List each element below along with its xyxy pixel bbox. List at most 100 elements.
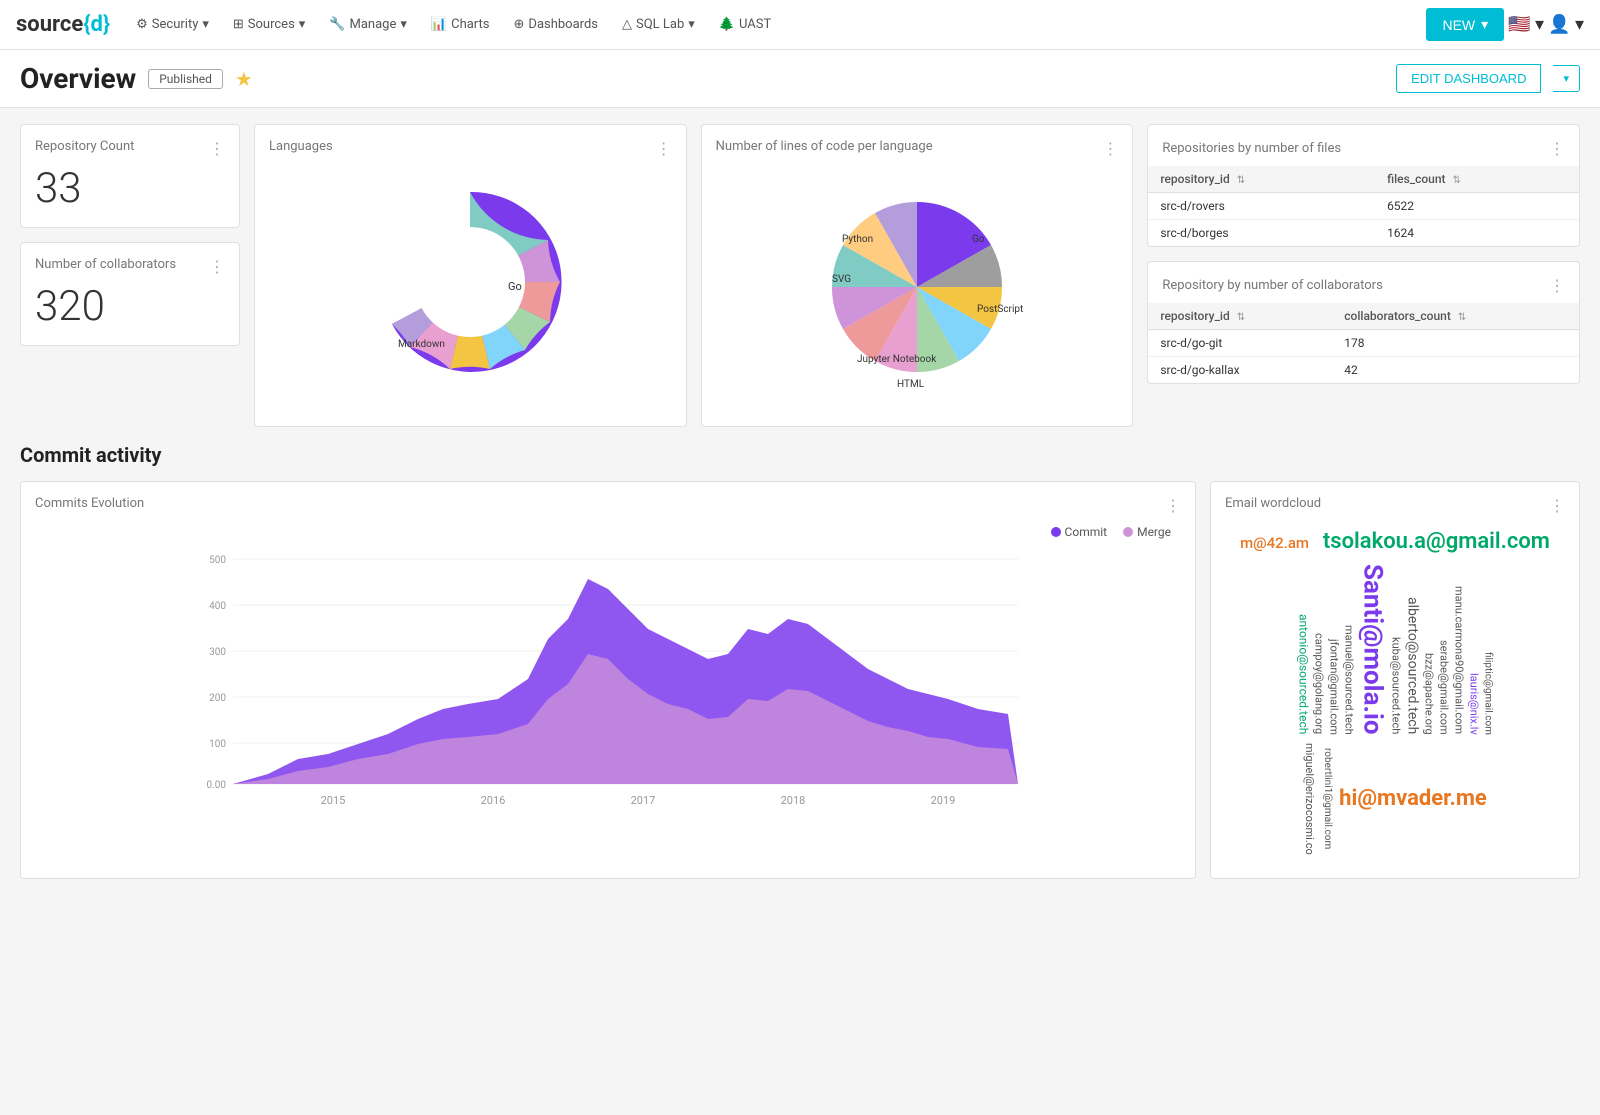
published-badge: Published xyxy=(148,69,223,89)
files-count: 1624 xyxy=(1375,220,1579,247)
repo-count-menu[interactable]: ⋮ xyxy=(209,139,225,158)
nav-sqllab[interactable]: △ SQL Lab ▾ xyxy=(612,11,705,38)
svg-text:2015: 2015 xyxy=(321,794,346,807)
nav-security-label: Security xyxy=(152,17,199,32)
nav-manage-label: Manage xyxy=(350,17,397,32)
col2-sort-icon: ⇅ xyxy=(1453,175,1461,186)
nav-manage-arrow: ▾ xyxy=(400,17,407,32)
nav-dashboards-label: Dashboards xyxy=(528,17,598,32)
nav-manage[interactable]: 🔧 Manage ▾ xyxy=(319,11,417,38)
word-kuba: kuba@sourced.tech xyxy=(1390,637,1403,734)
word-tsolakou: tsolakou.a@gmail.com xyxy=(1323,529,1550,554)
main-content: Repository Count ⋮ 33 Number of collabor… xyxy=(0,108,1600,895)
svg-text:Python: Python xyxy=(842,234,873,245)
svg-text:2016: 2016 xyxy=(481,794,506,807)
word-antonio: antonio@sourced.tech xyxy=(1297,614,1311,734)
nav-charts[interactable]: 📊 Charts xyxy=(421,11,500,38)
repo-count-title: Repository Count xyxy=(35,139,134,154)
word-jfontan: jfontan@gmail.com xyxy=(1328,639,1341,735)
word-manuel: manuel@sourced.tech xyxy=(1343,625,1356,735)
collaborators-card: Number of collaborators ⋮ 320 xyxy=(20,242,240,346)
repos-collabs-table: repository_id ⇅ collaborators_count ⇅ sr… xyxy=(1148,303,1579,383)
table-row: src-d/go-git178 xyxy=(1148,330,1579,357)
nav-dashboards[interactable]: ⊕ Dashboards xyxy=(504,11,609,38)
word-alberto: alberto@sourced.tech xyxy=(1405,597,1421,734)
commits-chart-area: 500 400 300 200 100 0.00 2015 2016 2017 … xyxy=(35,539,1181,833)
wordcloud-content: m@42.am tsolakou.a@gmail.com antonio@sou… xyxy=(1225,519,1565,864)
user-icon[interactable]: 👤 ▾ xyxy=(1548,14,1584,35)
word-filiptic: filiptic@gmail.com xyxy=(1483,652,1494,735)
repo-name: src-d/go-kallax xyxy=(1148,357,1332,384)
svg-text:400: 400 xyxy=(209,601,226,612)
word-santi-large: Santi@mola.io xyxy=(1358,564,1388,735)
commits-menu[interactable]: ⋮ xyxy=(1165,496,1181,515)
sources-icon: ⊞ xyxy=(233,17,244,32)
wordcloud-menu[interactable]: ⋮ xyxy=(1549,496,1565,515)
word-bzz: bzz@apache.org xyxy=(1423,653,1436,735)
new-button[interactable]: NEW ▾ xyxy=(1426,8,1504,41)
table-row: src-d/rovers6522 xyxy=(1148,193,1579,220)
collaborators-menu[interactable]: ⋮ xyxy=(209,257,225,276)
repos-files-col2[interactable]: files_count ⇅ xyxy=(1375,166,1579,193)
commit-activity-title: Commit activity xyxy=(20,443,1580,467)
table-row: src-d/go-kallax42 xyxy=(1148,357,1579,384)
nav-charts-label: Charts xyxy=(451,17,489,32)
languages-title: Languages xyxy=(269,139,333,154)
logo[interactable]: source{d} xyxy=(16,12,110,37)
repos-collabs-card: Repository by number of collaborators ⋮ … xyxy=(1147,261,1580,384)
languages-donut: Go Markdown xyxy=(269,162,672,402)
repos-files-col1[interactable]: repository_id ⇅ xyxy=(1148,166,1375,193)
word-m42: m@42.am xyxy=(1240,534,1309,552)
nav-security-arrow: ▾ xyxy=(202,17,209,32)
svg-text:Go: Go xyxy=(508,280,522,293)
bottom-row: Commits Evolution ⋮ Commit Merge xyxy=(20,481,1580,879)
lines-menu[interactable]: ⋮ xyxy=(1102,139,1118,158)
wordcloud-card: Email wordcloud ⋮ m@42.am tsolakou.a@gma… xyxy=(1210,481,1580,879)
collaborators-title: Number of collaborators xyxy=(35,257,176,272)
word-serabe: serabe@gmail.com xyxy=(1438,640,1451,735)
nav-uast[interactable]: 🌲 UAST xyxy=(709,11,781,38)
repos-collabs-menu[interactable]: ⋮ xyxy=(1549,276,1565,295)
legend-merge: Merge xyxy=(1123,525,1171,539)
repos-collabs-col1[interactable]: repository_id ⇅ xyxy=(1148,303,1332,330)
top-row: Repository Count ⋮ 33 Number of collabor… xyxy=(20,124,1580,427)
flag-icon[interactable]: 🇺🇸 ▾ xyxy=(1508,14,1544,35)
commits-evolution-card: Commits Evolution ⋮ Commit Merge xyxy=(20,481,1196,879)
languages-card: Languages ⋮ xyxy=(254,124,687,427)
languages-menu[interactable]: ⋮ xyxy=(656,139,672,158)
repo-name: src-d/rovers xyxy=(1148,193,1375,220)
table-row: src-d/borges1624 xyxy=(1148,220,1579,247)
collabs-count: 178 xyxy=(1332,330,1579,357)
merge-dot xyxy=(1123,527,1133,537)
word-manu: manu.carmona90@gmail.com xyxy=(1453,586,1466,734)
repos-files-menu[interactable]: ⋮ xyxy=(1549,139,1565,158)
repos-collabs-title: Repository by number of collaborators xyxy=(1162,278,1382,293)
edit-dashboard-button[interactable]: EDIT DASHBOARD xyxy=(1396,64,1541,93)
repos-files-title: Repositories by number of files xyxy=(1162,141,1341,156)
repo-count-card: Repository Count ⋮ 33 xyxy=(20,124,240,228)
nav-sqllab-label: SQL Lab xyxy=(636,17,684,32)
star-icon[interactable]: ★ xyxy=(235,67,253,91)
legend-commit: Commit xyxy=(1051,525,1108,539)
nav-sources[interactable]: ⊞ Sources ▾ xyxy=(223,11,315,38)
repos-collabs-col2[interactable]: collaborators_count ⇅ xyxy=(1332,303,1579,330)
word-campoy: campoy@golang.org xyxy=(1313,633,1326,734)
page-header: Overview Published ★ EDIT DASHBOARD ▾ xyxy=(0,50,1600,108)
word-miguel: miguel@erizocosmi.co xyxy=(1303,743,1316,855)
wordcloud-title: Email wordcloud xyxy=(1225,496,1321,511)
uast-icon: 🌲 xyxy=(719,17,735,32)
svg-text:PostScript: PostScript xyxy=(977,304,1023,315)
nav-security[interactable]: ⚙ Security ▾ xyxy=(126,11,219,38)
svg-text:500: 500 xyxy=(209,555,226,566)
svg-text:0.00: 0.00 xyxy=(207,780,227,791)
repo-name: src-d/borges xyxy=(1148,220,1375,247)
repos-files-table: repository_id ⇅ files_count ⇅ src-d/rove… xyxy=(1148,166,1579,246)
manage-icon: 🔧 xyxy=(329,17,345,32)
word-himvader: hi@mvader.me xyxy=(1339,786,1487,811)
nav-sources-label: Sources xyxy=(248,17,295,32)
nav-sqllab-arrow: ▾ xyxy=(688,17,695,32)
navbar: source{d} ⚙ Security ▾ ⊞ Sources ▾ 🔧 Man… xyxy=(0,0,1600,50)
left-stat-col: Repository Count ⋮ 33 Number of collabor… xyxy=(20,124,240,427)
svg-text:Go: Go xyxy=(972,234,985,245)
edit-dashboard-dropdown[interactable]: ▾ xyxy=(1553,65,1580,92)
